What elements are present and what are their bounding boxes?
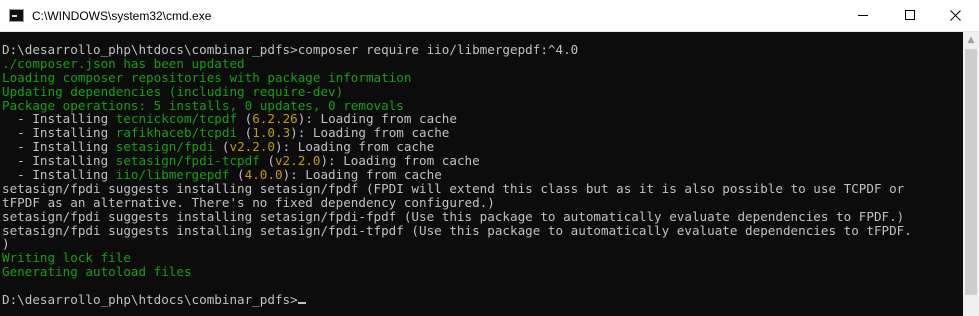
- console-line-suggest: setasign/fpdi suggests installing setasi…: [2, 222, 912, 238]
- close-icon: [950, 10, 961, 21]
- console-line-install: - Installing setasign/fpdi (v2.2.0): Loa…: [2, 139, 435, 155]
- package-name: setasign/fpdi-tcpdf: [115, 153, 260, 169]
- prompt-text: D:\desarrollo_php\htdocs\combinar_pdfs>: [2, 292, 298, 308]
- scrollbar-thumb[interactable]: [965, 49, 977, 295]
- console-line-generating-autoload: Generating autoload files: [2, 264, 192, 280]
- console-line-prompt[interactable]: D:\desarrollo_php\htdocs\combinar_pdfs>: [2, 293, 963, 307]
- window-title: C:\WINDOWS\system32\cmd.exe: [32, 9, 212, 23]
- package-name: rafikhaceb/tcpdi: [115, 125, 238, 141]
- console-line-updating-deps: Updating dependencies (including require…: [2, 83, 344, 99]
- console-line-suggest: setasign/fpdi suggests installing setasi…: [2, 180, 905, 196]
- maximize-button[interactable]: [887, 0, 933, 32]
- scroll-up-arrow-icon[interactable]: ▲: [963, 32, 979, 48]
- console-line-loading-repos: Loading composer repositories with packa…: [2, 69, 412, 85]
- title-bar[interactable]: C:\WINDOWS\system32\cmd.exe: [0, 0, 979, 32]
- package-name: tecnickcom/tcpdf: [115, 111, 238, 127]
- console-line-install: - Installing tecnickcom/tcpdf (6.2.26): …: [2, 111, 457, 127]
- console-line-updated: ./composer.json has been updated: [2, 55, 245, 71]
- package-version: 6.2.26: [252, 111, 298, 127]
- cmd-window: C:\WINDOWS\system32\cmd.exe D:\desarroll…: [0, 0, 979, 316]
- console-line-suggest: ): [2, 236, 10, 252]
- close-button[interactable]: [933, 0, 979, 32]
- cmd-icon[interactable]: [9, 9, 24, 22]
- package-version: 1.0.3: [252, 125, 291, 141]
- console-line-suggest: setasign/fpdi suggests installing setasi…: [2, 208, 905, 224]
- console-line-package-ops: Package operations: 5 installs, 0 update…: [2, 97, 404, 113]
- package-name: setasign/fpdi: [115, 139, 215, 155]
- console-line-install: - Installing setasign/fpdi-tcpdf (v2.2.0…: [2, 153, 480, 169]
- vertical-scrollbar[interactable]: ▲: [963, 32, 979, 316]
- package-version: v2.2.0: [229, 139, 275, 155]
- console-line-command: D:\desarrollo_php\htdocs\combinar_pdfs>c…: [2, 42, 579, 57]
- console-line-install: - Installing rafikhaceb/tcpdi (1.0.3): L…: [2, 125, 450, 141]
- minimize-button[interactable]: [841, 0, 887, 32]
- console-line-suggest: tFPDF as an alternative. There's no fixe…: [2, 194, 495, 210]
- package-version: v2.2.0: [274, 153, 321, 169]
- package-version: 4.0.0: [244, 167, 283, 183]
- console-output[interactable]: D:\desarrollo_php\htdocs\combinar_pdfs>c…: [0, 32, 963, 316]
- package-name: iio/libmergepdf: [115, 167, 230, 183]
- console-line-install: - Installing iio/libmergepdf (4.0.0): Lo…: [2, 167, 442, 183]
- text-cursor: [297, 302, 306, 305]
- console-line-writing-lock: Writing lock file: [2, 250, 131, 266]
